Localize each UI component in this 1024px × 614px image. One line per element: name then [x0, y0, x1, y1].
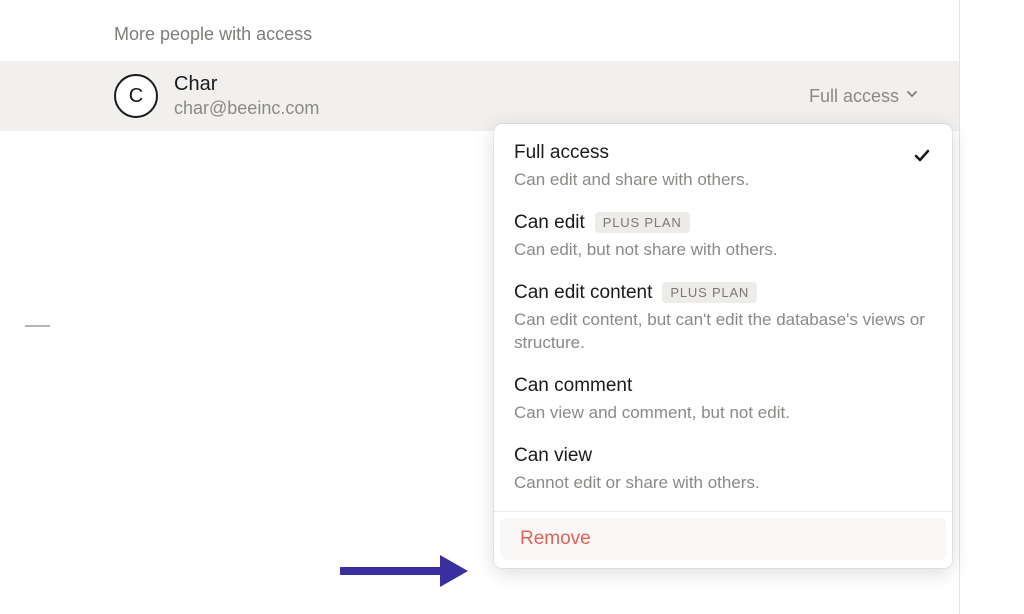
- user-info: Char char@beeinc.com: [174, 73, 793, 119]
- access-level-menu: Full access Can edit and share with othe…: [494, 124, 952, 568]
- remove-label: Remove: [520, 528, 591, 549]
- plan-badge: PLUS PLAN: [595, 212, 690, 233]
- access-level-label: Full access: [809, 86, 899, 107]
- avatar-letter: C: [129, 85, 143, 108]
- check-icon: [912, 146, 932, 171]
- menu-option-can-edit-content[interactable]: Can edit content PLUS PLAN Can edit cont…: [494, 272, 952, 366]
- access-level-dropdown[interactable]: Full access: [809, 86, 919, 107]
- menu-option-title: Can comment: [514, 375, 632, 397]
- user-name: Char: [174, 73, 793, 96]
- avatar: C: [114, 74, 158, 118]
- menu-option-description: Can edit content, but can't edit the dat…: [514, 308, 932, 356]
- menu-option-title: Can edit: [514, 212, 585, 234]
- menu-option-title: Can edit content: [514, 282, 652, 304]
- user-email: char@beeinc.com: [174, 98, 793, 119]
- menu-option-description: Can edit and share with others.: [514, 168, 932, 192]
- menu-option-full-access[interactable]: Full access Can edit and share with othe…: [494, 132, 952, 202]
- menu-option-can-view[interactable]: Can view Cannot edit or share with other…: [494, 435, 952, 505]
- chevron-down-icon: [905, 87, 919, 106]
- menu-option-title: Full access: [514, 142, 609, 164]
- menu-option-can-edit[interactable]: Can edit PLUS PLAN Can edit, but not sha…: [494, 202, 952, 272]
- user-access-row: C Char char@beeinc.com Full access: [0, 61, 959, 131]
- menu-option-description: Can view and comment, but not edit.: [514, 401, 932, 425]
- arrow-line: [340, 567, 440, 575]
- menu-option-description: Cannot edit or share with others.: [514, 471, 932, 495]
- menu-option-remove[interactable]: Remove: [500, 518, 946, 560]
- menu-divider: [494, 511, 952, 512]
- menu-option-can-comment[interactable]: Can comment Can view and comment, but no…: [494, 365, 952, 435]
- menu-option-description: Can edit, but not share with others.: [514, 238, 932, 262]
- left-marker: [25, 325, 50, 327]
- plan-badge: PLUS PLAN: [662, 282, 757, 303]
- section-title: More people with access: [0, 24, 959, 45]
- menu-option-title: Can view: [514, 445, 592, 467]
- arrow-head-icon: [440, 555, 468, 587]
- annotation-arrow: [340, 555, 468, 587]
